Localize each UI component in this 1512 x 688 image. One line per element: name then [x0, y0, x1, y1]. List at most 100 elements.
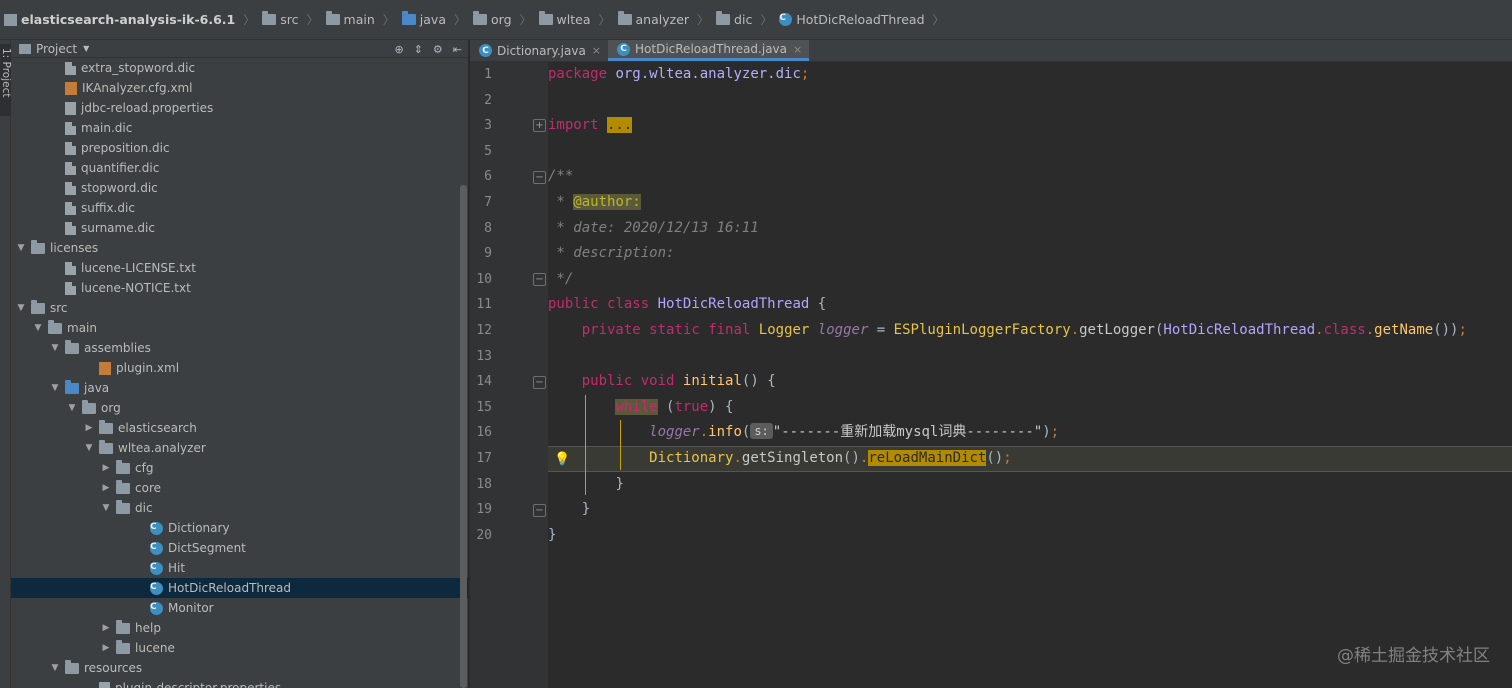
breadcrumb-item[interactable]: C HotDicReloadThread 〉 — [779, 0, 951, 39]
tree-item[interactable]: ▼ org — [11, 398, 468, 418]
source-folder-icon — [65, 379, 79, 394]
tree-item[interactable]: ▼ src — [11, 298, 468, 318]
tree-item[interactable]: stopword.dic — [11, 178, 468, 198]
collapse-arrow-icon[interactable]: ▶ — [100, 623, 112, 633]
line-number: 17 — [476, 451, 492, 466]
tree-item-label: jdbc-reload.properties — [81, 101, 214, 115]
tree-item[interactable]: ▼ java — [11, 378, 468, 398]
expand-arrow-icon[interactable]: ▼ — [49, 383, 61, 393]
module-icon — [4, 13, 17, 26]
code-line: * @author: — [548, 194, 641, 210]
tree-item[interactable]: jdbc-reload.properties — [11, 98, 468, 118]
xml-file-icon — [99, 361, 111, 375]
project-panel-title[interactable]: Project — [36, 42, 77, 56]
folder-icon — [325, 11, 340, 25]
project-tool-tab[interactable]: 1: Project — [0, 44, 12, 116]
fold-collapse-icon[interactable]: − — [533, 376, 546, 389]
fold-end-icon[interactable]: − — [533, 273, 546, 286]
tree-item[interactable]: ▶ cfg — [11, 458, 468, 478]
watermark: @稀土掘金技术社区 — [1337, 646, 1490, 666]
tree-scrollbar[interactable] — [460, 185, 467, 688]
breadcrumb-item[interactable]: wltea 〉 — [538, 0, 618, 39]
breadcrumb-separator-icon: 〉 — [697, 13, 710, 27]
code-line: while (true) { — [615, 398, 734, 415]
tree-item[interactable]: lucene-LICENSE.txt — [11, 258, 468, 278]
tree-item[interactable]: ▶ lucene — [11, 638, 468, 658]
close-icon[interactable]: × — [793, 43, 802, 56]
close-icon[interactable]: × — [592, 44, 601, 57]
collapse-arrow-icon[interactable]: ▶ — [100, 483, 112, 493]
breadcrumb-separator-icon: 〉 — [598, 13, 611, 27]
tree-item[interactable]: IKAnalyzer.cfg.xml — [11, 78, 468, 98]
tree-item[interactable]: plugin.xml — [11, 358, 468, 378]
tree-item[interactable]: C Monitor — [11, 598, 468, 618]
breadcrumb-item[interactable]: elasticsearch-analysis-ik-6.6.1 〉 — [4, 0, 262, 39]
tree-item[interactable]: ▼ resources — [11, 658, 468, 678]
tree-item[interactable]: plugin-descriptor.properties — [11, 678, 468, 688]
editor-tab[interactable]: C HotDicReloadThread.java × — [608, 40, 810, 61]
hide-panel-icon[interactable]: ⇤ — [453, 43, 462, 56]
tree-item[interactable]: ▶ core — [11, 478, 468, 498]
collapse-arrow-icon[interactable]: ▶ — [100, 643, 112, 653]
tree-item-label: extra_stopword.dic — [81, 61, 196, 75]
package-icon — [538, 11, 553, 25]
fold-collapse-icon[interactable]: − — [533, 171, 546, 184]
fold-expand-icon[interactable]: + — [533, 119, 546, 132]
line-number: 5 — [484, 143, 492, 159]
tree-item[interactable]: C Dictionary — [11, 518, 468, 538]
gear-icon[interactable]: ⚙ — [433, 43, 443, 56]
tree-item[interactable]: preposition.dic — [11, 138, 468, 158]
code-editor[interactable]: 1 2 3 5 6 7 8 9 10 11 12 13 14 15 16 17 18 19 20 + − − − −… — [470, 62, 1512, 688]
editor-gutter: 1 2 3 5 6 7 8 9 10 11 12 13 14 15 16 17 18 19 20 — [470, 62, 548, 688]
package-icon — [617, 11, 632, 25]
breadcrumb-item[interactable]: main 〉 — [325, 0, 402, 39]
tree-item[interactable]: ▶ help — [11, 618, 468, 638]
tree-item[interactable]: ▼ dic — [11, 498, 468, 518]
expand-arrow-icon[interactable]: ▼ — [49, 343, 61, 353]
fold-end-icon[interactable]: − — [533, 504, 546, 517]
code-line: package org.wltea.analyzer.dic; — [548, 66, 810, 82]
expand-arrow-icon[interactable]: ▼ — [15, 243, 27, 253]
tree-item[interactable]: surname.dic — [11, 218, 468, 238]
line-number: 18 — [476, 476, 492, 492]
collapse-arrow-icon[interactable]: ▶ — [100, 463, 112, 473]
breadcrumb-item[interactable]: src 〉 — [262, 0, 325, 39]
tree-item[interactable]: quantifier.dic — [11, 158, 468, 178]
parameter-hint: s: — [750, 423, 773, 440]
breadcrumb-item[interactable]: java 〉 — [401, 0, 473, 39]
expand-arrow-icon[interactable]: ▼ — [32, 323, 44, 333]
tree-item-label: src — [50, 301, 68, 315]
tree-item[interactable]: C DictSegment — [11, 538, 468, 558]
chevron-down-icon[interactable]: ▼ — [83, 44, 89, 53]
tree-item[interactable]: ▼ assemblies — [11, 338, 468, 358]
tree-item[interactable]: suffix.dic — [11, 198, 468, 218]
collapse-arrow-icon[interactable]: ▶ — [83, 423, 95, 433]
tree-item[interactable]: C Hit — [11, 558, 468, 578]
expand-arrow-icon[interactable]: ▼ — [15, 303, 27, 313]
breadcrumb-item[interactable]: dic 〉 — [716, 0, 779, 39]
folded-imports[interactable]: ... — [607, 117, 633, 134]
expand-arrow-icon[interactable]: ▼ — [49, 663, 61, 673]
editor-tab[interactable]: C Dictionary.java × — [470, 40, 608, 61]
expand-arrow-icon[interactable]: ▼ — [66, 403, 78, 413]
tree-item[interactable]: main.dic — [11, 118, 468, 138]
expand-arrow-icon[interactable]: ▼ — [83, 443, 95, 453]
tree-item[interactable]: ▼ main — [11, 318, 468, 338]
locate-icon[interactable]: ⊕ — [394, 43, 403, 56]
tree-item-label: plugin-descriptor.properties — [115, 681, 282, 688]
tree-item[interactable]: ▼ licenses — [11, 238, 468, 258]
collapse-all-icon[interactable]: ⇕ — [414, 43, 423, 56]
tree-item[interactable]: C HotDicReloadThread — [11, 578, 468, 598]
expand-arrow-icon[interactable]: ▼ — [100, 503, 112, 513]
breadcrumb-item[interactable]: org 〉 — [473, 0, 539, 39]
tab-label: Dictionary.java — [497, 43, 586, 58]
breadcrumb-item[interactable]: analyzer 〉 — [617, 0, 717, 39]
tool-window-strip: 1: Project — [0, 40, 12, 688]
tree-item[interactable]: extra_stopword.dic — [11, 58, 468, 78]
tree-item[interactable]: ▶ elasticsearch — [11, 418, 468, 438]
tree-item-label: main.dic — [81, 121, 133, 135]
package-icon — [116, 479, 130, 494]
tree-item[interactable]: lucene-NOTICE.txt — [11, 278, 468, 298]
package-icon — [82, 399, 96, 414]
tree-item[interactable]: ▼ wltea.analyzer — [11, 438, 468, 458]
